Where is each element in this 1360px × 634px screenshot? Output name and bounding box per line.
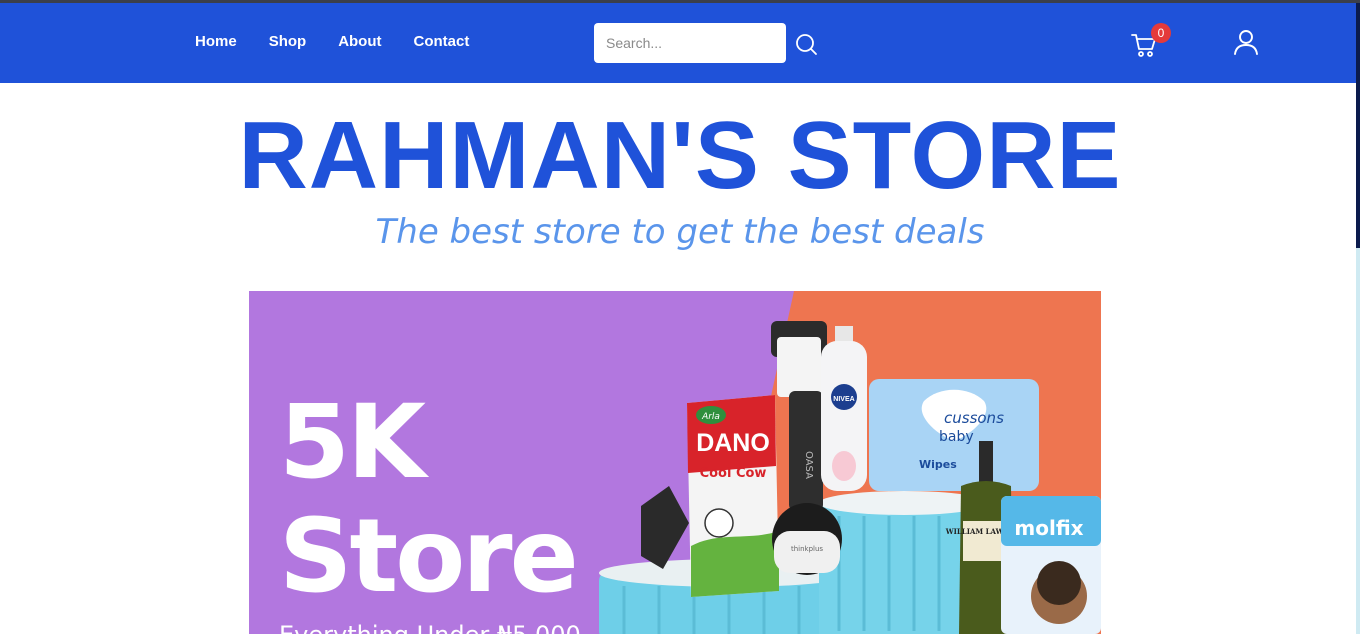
earbuds-label: thinkplus [791, 545, 823, 553]
banner-headline: 5K Store [279, 383, 579, 617]
banner-headline-line2: Store [279, 497, 579, 617]
cussons-sub-label: baby [939, 429, 974, 445]
banner-headline-line1: 5K [279, 383, 426, 502]
cussons-label: cussons [944, 409, 1004, 427]
store-subtitle: The best store to get the best deals [375, 212, 985, 252]
banner-tagline: Everything Under ₦5,000 [279, 621, 581, 634]
arla-label: Arla [701, 412, 720, 422]
wipes-label: Wipes [919, 458, 957, 471]
navbar: Home Shop About Contact 0 [0, 3, 1356, 83]
molfix-label: molfix [1014, 516, 1083, 540]
user-icon[interactable] [1233, 28, 1259, 56]
scrollbar-track [1356, 248, 1360, 634]
nav-contact-link[interactable]: Contact [414, 33, 470, 50]
dano-sub-label: Cool Cow [700, 466, 767, 481]
search-icon[interactable] [794, 32, 818, 56]
promo-banner[interactable]: OASA NIVEA cussons baby Wipes Arla DANO … [249, 291, 1101, 634]
store-title: RAHMAN'S STORE [238, 102, 1122, 209]
search-input[interactable] [594, 23, 786, 63]
nivea-label: NIVEA [833, 396, 854, 403]
torch-label: OASA [803, 451, 814, 479]
nav-about-link[interactable]: About [338, 33, 381, 50]
nav-home-link[interactable]: Home [195, 33, 237, 50]
cart-count-badge: 0 [1151, 23, 1171, 43]
nav-links: Home Shop About Contact [195, 33, 501, 50]
nav-shop-link[interactable]: Shop [269, 33, 307, 50]
dano-label: DANO [696, 429, 770, 457]
